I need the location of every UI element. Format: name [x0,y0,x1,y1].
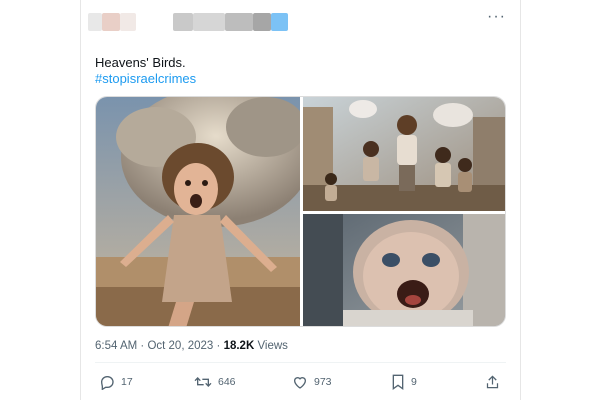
divider [95,362,506,363]
handle-redacted[interactable] [193,13,225,31]
action-bar: 17 646 973 9 [99,374,502,392]
media-image-2[interactable] [303,97,505,211]
media-image-1[interactable] [96,97,300,326]
share-icon [486,375,499,389]
tweet-timestamp[interactable]: 6:54 AM · Oct 20, 2023 · 18.2K Views [95,340,288,352]
reply-count: 17 [121,376,133,388]
views-count: 18.2K [223,340,255,352]
bookmark-count: 9 [411,376,417,388]
reply-icon [100,376,114,390]
media-grid [95,96,506,327]
reply-button[interactable]: 17 [99,374,133,390]
handle-redacted[interactable] [173,13,193,31]
bookmark-icon [392,374,404,390]
time-separator: · [140,340,145,352]
hashtag-link[interactable]: #stopisraelcrimes [95,71,196,86]
repost-icon [194,377,212,387]
like-button[interactable]: 973 [292,374,332,390]
media-image-3[interactable] [303,214,505,326]
verified-badge-redacted [271,13,288,31]
repost-count: 646 [218,376,236,388]
share-button[interactable] [485,374,500,390]
handle-redacted[interactable] [253,13,271,31]
avatar-redacted[interactable] [102,13,120,31]
time-separator: · [216,340,221,352]
bookmark-button[interactable]: 9 [391,374,417,390]
tweet-date[interactable]: Oct 20, 2023 [147,340,213,352]
like-count: 973 [314,376,332,388]
tweet-text: Heavens' Birds. [95,55,186,70]
avatar-redacted[interactable] [88,13,102,31]
author-header-redacted[interactable] [88,13,288,33]
more-options-icon[interactable]: ··· [487,8,506,26]
image-girl-running [96,97,300,326]
display-name-redacted[interactable] [120,13,136,31]
tweet-card: ··· Heavens' Birds. #stopisraelcrimes 6:… [80,0,521,400]
tweet-time[interactable]: 6:54 AM [95,340,137,352]
handle-redacted[interactable] [225,13,253,31]
like-icon [293,377,307,389]
image-children-running [303,97,505,211]
repost-button[interactable]: 646 [194,374,236,390]
views-label: Views [257,340,288,352]
image-baby-crying [303,214,505,326]
